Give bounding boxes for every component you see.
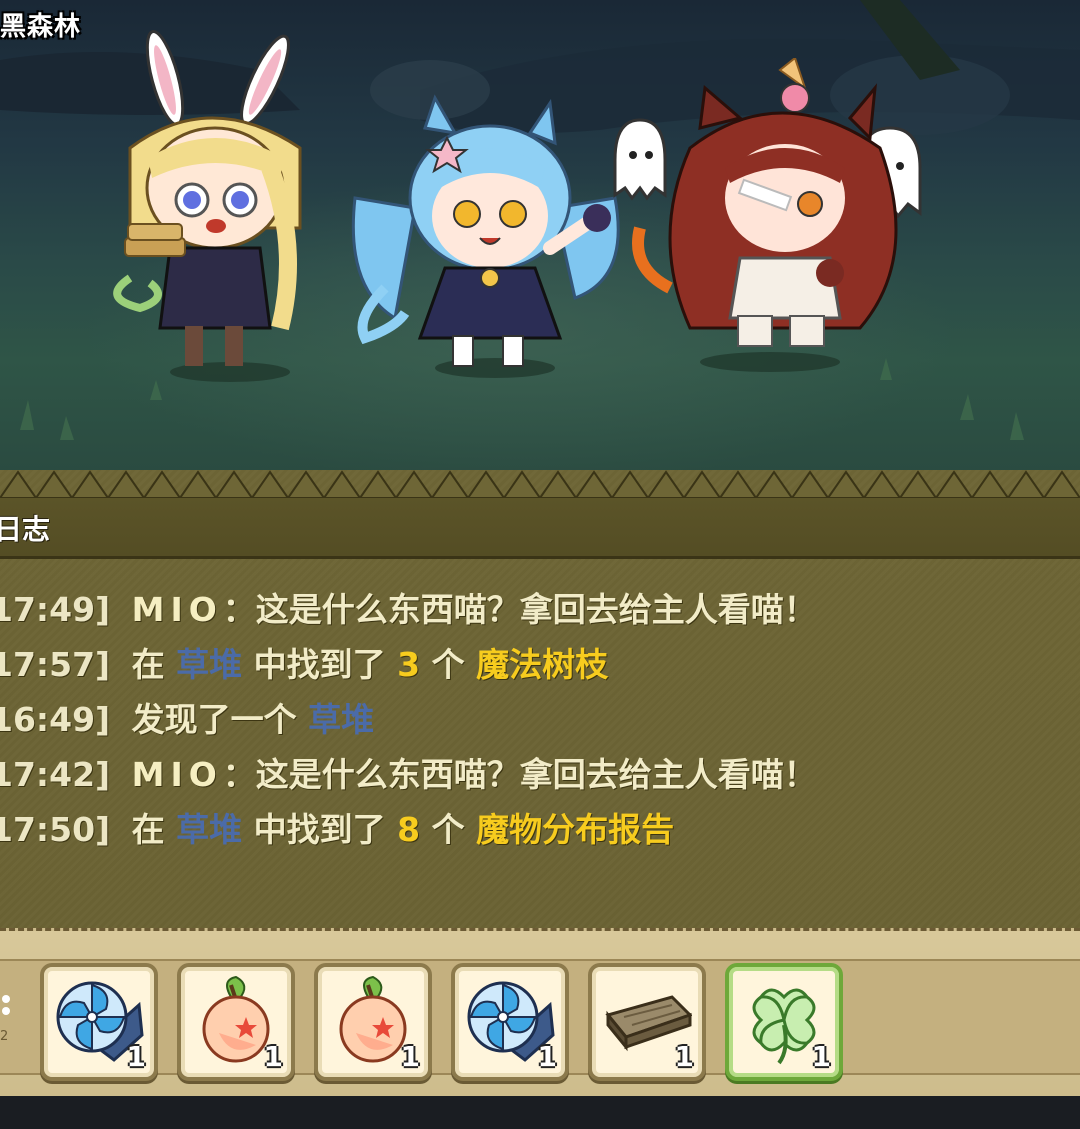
log-place: 草堆 bbox=[308, 700, 375, 739]
panel-zigzag-border bbox=[0, 470, 1080, 498]
log-unit: 个 bbox=[431, 645, 465, 684]
page-dots-button[interactable]: 2 bbox=[0, 991, 14, 1044]
character-red-cat-girl[interactable] bbox=[630, 58, 910, 378]
log-message: 这是什么东西喵？拿回去给主人看喵！ bbox=[255, 590, 817, 629]
inventory-bar: 2 1 1 1 1 1 1 bbox=[0, 928, 1080, 1099]
log-time: 17:50] bbox=[0, 810, 111, 849]
inventory-slot[interactable]: 1 bbox=[588, 963, 706, 1081]
slot-quantity: 1 bbox=[400, 1040, 420, 1073]
slot-quantity: 1 bbox=[263, 1040, 283, 1073]
log-message: 这是什么东西喵？拿回去给主人看喵！ bbox=[255, 755, 817, 794]
log-title: 日志 bbox=[0, 513, 51, 546]
log-time: 16:49] bbox=[0, 700, 111, 739]
location-name: 黑森林 bbox=[0, 12, 82, 42]
log-colon: ： bbox=[222, 755, 256, 794]
inventory-slot[interactable]: 1 bbox=[451, 963, 569, 1081]
log-time: 17:42] bbox=[0, 755, 111, 794]
character-bunny-girl[interactable] bbox=[100, 28, 330, 378]
log-speaker: MIO bbox=[131, 590, 223, 629]
log-entry: 17:57] 在 草堆 中找到了 3 个 魔法树枝 bbox=[0, 637, 817, 692]
log-prefix: 在 bbox=[131, 645, 165, 684]
log-middle: 中找到了 bbox=[253, 645, 386, 684]
log-place: 草堆 bbox=[176, 810, 243, 849]
log-count: 8 bbox=[397, 810, 421, 849]
log-time: 17:49] bbox=[0, 590, 111, 629]
log-unit: 个 bbox=[431, 810, 465, 849]
inventory-slot[interactable]: 1 bbox=[40, 963, 158, 1081]
log-speaker: MIO bbox=[131, 755, 223, 794]
log-header: 日志 bbox=[0, 498, 1080, 559]
bottom-bar bbox=[0, 1096, 1080, 1129]
page-indicator: 2 bbox=[0, 1029, 9, 1044]
log-entry: 17:42] MIO：这是什么东西喵？拿回去给主人看喵！ bbox=[0, 747, 817, 802]
inventory-slot-selected[interactable]: 1 bbox=[725, 963, 843, 1081]
log-time: 17:57] bbox=[0, 645, 111, 684]
inventory-slot[interactable]: 1 bbox=[177, 963, 295, 1081]
log-middle: 中找到了 bbox=[253, 810, 386, 849]
inventory-slot[interactable]: 1 bbox=[314, 963, 432, 1081]
log-entry: 17:50] 在 草堆 中找到了 8 个 魔物分布报告 bbox=[0, 802, 817, 857]
slot-quantity: 1 bbox=[811, 1040, 831, 1073]
dot-icon bbox=[2, 995, 10, 1003]
log-list[interactable]: 17:49] MIO：这是什么东西喵？拿回去给主人看喵！ 17:57] 在 草堆… bbox=[0, 582, 817, 857]
log-place: 草堆 bbox=[176, 645, 243, 684]
character-blue-cat-girl[interactable] bbox=[335, 88, 635, 378]
dot-icon bbox=[2, 1007, 10, 1015]
slot-quantity: 1 bbox=[674, 1040, 694, 1073]
slot-quantity: 1 bbox=[537, 1040, 557, 1073]
log-item: 魔物分布报告 bbox=[476, 810, 675, 849]
game-scene: 黑森林 bbox=[0, 0, 1080, 480]
slot-quantity: 1 bbox=[126, 1040, 146, 1073]
log-prefix: 发现了一个 bbox=[131, 700, 297, 739]
log-colon: ： bbox=[222, 590, 256, 629]
log-prefix: 在 bbox=[131, 810, 165, 849]
log-entry: 16:49] 发现了一个 草堆 bbox=[0, 692, 817, 747]
log-item: 魔法树枝 bbox=[476, 645, 609, 684]
log-panel: 日志 17:49] MIO：这是什么东西喵？拿回去给主人看喵！ 17:57] 在… bbox=[0, 470, 1080, 940]
log-count: 3 bbox=[397, 645, 421, 684]
log-entry: 17:49] MIO：这是什么东西喵？拿回去给主人看喵！ bbox=[0, 582, 817, 637]
